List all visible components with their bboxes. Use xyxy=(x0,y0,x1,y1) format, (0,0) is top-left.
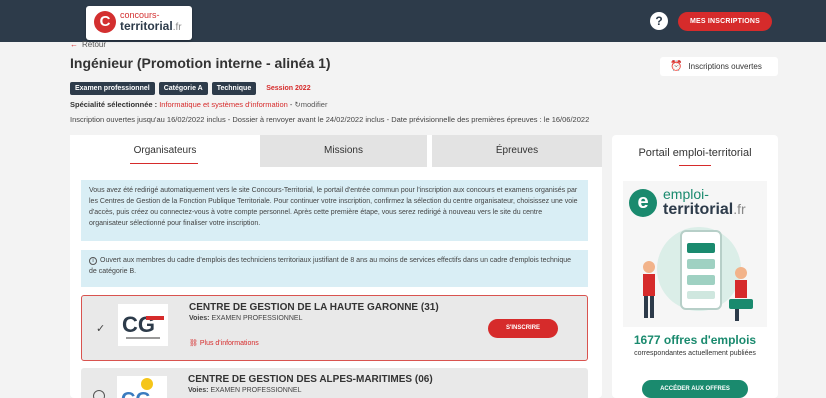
top-navbar: C concours- territorial.fr ? MES INSCRIP… xyxy=(0,0,826,42)
retour-link[interactable]: ← Retour xyxy=(70,40,106,49)
promo-logo-line1: emploi- xyxy=(663,186,709,202)
e-logo-icon: e xyxy=(629,189,657,217)
active-tab-underline xyxy=(130,163,198,164)
acceder-aux-offres-button[interactable]: ACCÉDER AUX OFFRES xyxy=(642,380,748,398)
main-panel: Organisateurs Missions Épreuves Vous ave… xyxy=(70,135,602,398)
job-search-illustration xyxy=(643,227,753,321)
info-icon: i xyxy=(89,257,97,265)
promo-logo-line2: territorial.fr xyxy=(663,201,746,218)
c-logo-icon: C xyxy=(94,11,116,33)
cdg31-logo: CG xyxy=(118,304,168,346)
radio-button[interactable] xyxy=(93,390,105,398)
tag-categorie: Catégorie A xyxy=(158,82,208,95)
organisateur-voies: Voies: EXAMEN PROFESSIONNEL xyxy=(189,315,303,322)
link-icon: ⛓ xyxy=(189,340,200,347)
page-title: Ingénieur (Promotion interne - alinéa 1) xyxy=(70,55,331,71)
svg-text:CG: CG xyxy=(121,389,151,398)
concours-territorial-logo[interactable]: C concours- territorial.fr xyxy=(86,6,192,40)
organisateur-card-06[interactable]: CG CENTRE DE GESTION DES ALPES-MARITIMES… xyxy=(81,368,588,398)
cdg06-logo: CG xyxy=(117,376,167,398)
alarm-clock-icon: ⏰ xyxy=(670,61,683,72)
organisateur-voies: Voies: EXAMEN PROFESSIONNEL xyxy=(188,387,302,394)
offres-caption: correspondantes actuellement publiées xyxy=(634,350,756,357)
emploi-territorial-promo[interactable]: e emploi- territorial.fr xyxy=(623,181,767,327)
plus-informations-link[interactable]: ⛓ Plus d'informations xyxy=(189,339,259,347)
svg-text:CG: CG xyxy=(122,312,155,337)
arrow-left-icon: ← xyxy=(70,40,78,49)
redirect-info-box: Vous avez été redirigé automatiquement v… xyxy=(81,180,588,241)
sidebar-title: Portail emploi-territorial xyxy=(638,147,752,159)
sinscrire-button[interactable]: S'INSCRIRE xyxy=(488,319,558,338)
tag-examen: Examen professionnel xyxy=(70,82,155,95)
tag-filiere: Technique xyxy=(211,82,257,95)
tab-missions[interactable]: Missions xyxy=(260,135,427,167)
sidebar-title-underline xyxy=(679,165,711,166)
tab-epreuves[interactable]: Épreuves xyxy=(432,135,602,167)
logo-line2: territorial.fr xyxy=(120,19,182,33)
eligibility-info-box: i Ouvert aux membres du cadre d'emplois d… xyxy=(81,250,588,287)
inscriptions-status-badge: ⏰ Inscriptions ouvertes xyxy=(660,57,778,76)
offres-count: 1677 offres d'emplois xyxy=(633,333,757,347)
tag-list: Examen professionnel Catégorie A Techniq… xyxy=(70,82,311,95)
emploi-territorial-sidebar: Portail emploi-territorial e emploi- ter… xyxy=(612,135,778,398)
dates-info: Inscription ouvertes jusqu'au 16/02/2022… xyxy=(70,115,590,124)
check-icon[interactable]: ✓ xyxy=(96,322,105,335)
session-label: Session 2022 xyxy=(266,85,311,92)
tab-organisateurs[interactable]: Organisateurs xyxy=(70,135,260,167)
organisateur-name: CENTRE DE GESTION DES ALPES-MARITIMES (0… xyxy=(188,374,433,385)
modifier-link[interactable]: ↻modifier xyxy=(294,100,327,109)
organisateur-card-31[interactable]: ✓ CG CENTRE DE GESTION DE LA HAUTE GARON… xyxy=(81,295,588,361)
specialite-line: Spécialité sélectionnée : Informatique e… xyxy=(70,100,328,109)
mes-inscriptions-button[interactable]: MES INSCRIPTIONS xyxy=(678,12,772,31)
organisateur-name: CENTRE DE GESTION DE LA HAUTE GARONNE (3… xyxy=(189,302,439,313)
help-icon[interactable]: ? xyxy=(650,12,668,30)
